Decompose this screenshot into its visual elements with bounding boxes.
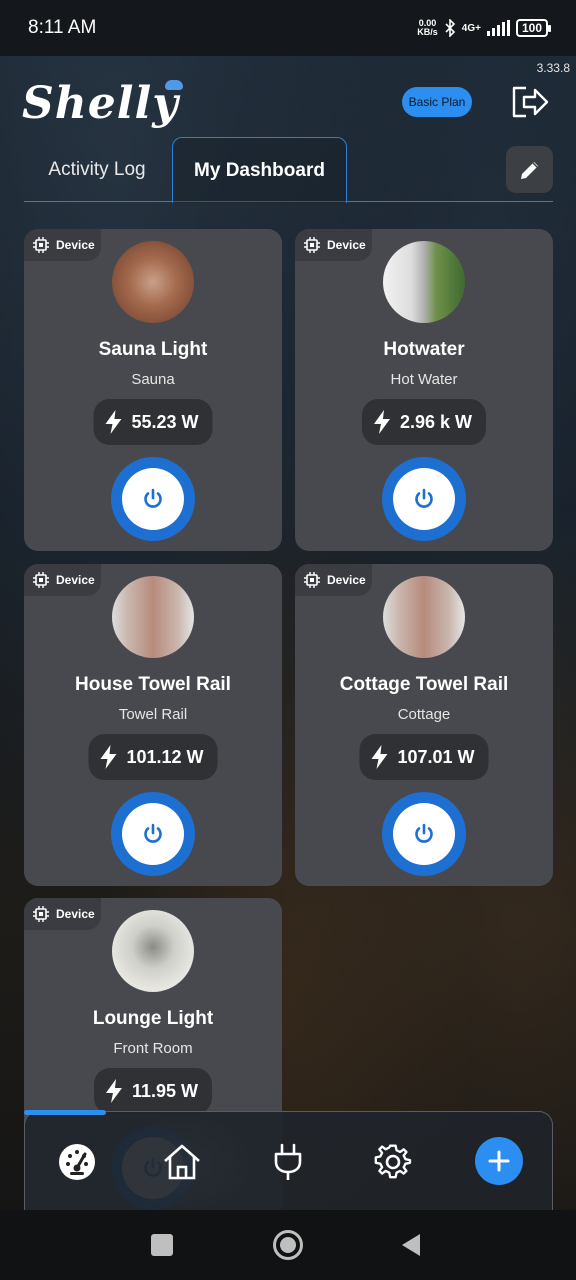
power-value: 55.23 W	[131, 411, 199, 432]
device-tag-label: Device	[327, 238, 366, 252]
power-reading: 2.96 k W	[361, 399, 487, 445]
device-room: Sauna	[131, 371, 175, 388]
nav-settings[interactable]	[371, 1140, 415, 1184]
power-button-face	[393, 803, 455, 865]
nav-home[interactable]	[160, 1140, 204, 1184]
device-name: Cottage Towel Rail	[339, 674, 509, 695]
chip-icon	[304, 237, 320, 253]
recent-apps-button[interactable]	[151, 1234, 173, 1256]
settings-gear-icon	[374, 1144, 412, 1179]
app-version: 3.33.8	[536, 61, 570, 75]
home-icon	[164, 1144, 200, 1180]
power-value: 107.01 W	[397, 746, 475, 767]
add-device-button[interactable]	[475, 1137, 523, 1185]
dashboard-gauge-icon	[59, 1144, 95, 1180]
device-card[interactable]: Device Cottage Towel Rail Cottage 107.01…	[295, 564, 553, 886]
pencil-icon	[520, 161, 538, 179]
power-toggle-button[interactable]	[111, 792, 195, 876]
device-photo	[112, 241, 194, 323]
cloud-icon	[165, 80, 183, 90]
home-dot	[280, 1237, 296, 1253]
plug-icon	[274, 1143, 302, 1180]
device-card[interactable]: Device Sauna Light Sauna 55.23 W	[24, 229, 282, 551]
device-room: Front Room	[113, 1040, 193, 1057]
device-tag: Device	[295, 564, 372, 596]
lightning-icon	[100, 745, 117, 769]
device-name: Sauna Light	[98, 339, 208, 360]
network-type: 4G+	[461, 22, 481, 34]
nav-active-indicator	[24, 1110, 106, 1115]
bluetooth-icon	[445, 19, 455, 37]
chip-icon	[33, 572, 49, 588]
device-room: Cottage	[397, 706, 451, 723]
signal-icon	[486, 20, 510, 36]
dashboard-tabs: Activity Log My Dashboard	[24, 137, 553, 203]
chip-icon	[33, 906, 49, 922]
power-button-face	[393, 468, 455, 530]
power-value: 101.12 W	[126, 746, 204, 767]
device-tag: Device	[24, 229, 101, 261]
shelly-logo: Shelly	[22, 78, 179, 129]
device-card[interactable]: Device House Towel Rail Towel Rail 101.1…	[24, 564, 282, 886]
device-photo	[112, 576, 194, 658]
device-photo	[383, 241, 465, 323]
power-reading: 101.12 W	[88, 734, 218, 780]
nav-devices[interactable]	[266, 1140, 310, 1184]
power-icon	[415, 488, 433, 508]
power-icon	[415, 823, 433, 843]
chip-icon	[33, 237, 49, 253]
back-icon[interactable]	[400, 1233, 422, 1257]
power-toggle-button[interactable]	[382, 792, 466, 876]
device-tag-label: Device	[56, 573, 95, 587]
device-tag-label: Device	[56, 238, 95, 252]
device-tag-label: Device	[56, 907, 95, 921]
lightning-icon	[105, 410, 122, 434]
chip-icon	[304, 572, 320, 588]
logout-icon	[512, 86, 549, 118]
device-name: Hotwater	[383, 339, 465, 360]
device-room: Towel Rail	[118, 706, 188, 723]
lightning-icon	[105, 1079, 122, 1103]
lightning-icon	[373, 410, 390, 434]
battery-icon: 100	[515, 19, 552, 37]
network-speed: 0.00 KB/s	[417, 18, 438, 37]
device-photo	[383, 576, 465, 658]
device-tag: Device	[295, 229, 372, 261]
status-icons: 0.00 KB/s 4G+ 100	[417, 18, 552, 37]
home-system-button[interactable]	[273, 1230, 303, 1260]
power-reading: 107.01 W	[359, 734, 489, 780]
system-navigation-bar	[0, 1210, 576, 1280]
power-value: 2.96 k W	[399, 411, 473, 432]
tab-my-dashboard[interactable]: My Dashboard	[172, 137, 347, 203]
status-time: 8:11 AM	[28, 17, 97, 38]
add-icon	[488, 1150, 510, 1172]
device-name: Lounge Light	[92, 1008, 214, 1029]
status-bar: 8:11 AM 0.00 KB/s 4G+ 100	[0, 0, 576, 56]
device-card[interactable]: Device Hotwater Hot Water 2.96 k W	[295, 229, 553, 551]
power-toggle-button[interactable]	[111, 457, 195, 541]
device-room: Hot Water	[390, 371, 458, 388]
power-button-face	[122, 468, 184, 530]
plan-badge[interactable]: Basic Plan	[402, 87, 472, 117]
device-tag: Device	[24, 564, 101, 596]
power-toggle-button[interactable]	[382, 457, 466, 541]
tab-activity-log[interactable]: Activity Log	[24, 137, 170, 202]
nav-dashboard[interactable]	[55, 1140, 99, 1184]
power-value: 11.95 W	[131, 1080, 199, 1101]
edit-dashboard-button[interactable]	[506, 146, 553, 193]
power-reading: 55.23 W	[93, 399, 213, 445]
device-photo	[112, 910, 194, 992]
device-tag-label: Device	[327, 573, 366, 587]
power-icon	[144, 823, 162, 843]
logout-button[interactable]	[510, 84, 550, 120]
power-icon	[144, 488, 162, 508]
device-name: House Towel Rail	[75, 674, 231, 695]
lightning-icon	[371, 745, 388, 769]
device-tag: Device	[24, 898, 101, 930]
power-button-face	[122, 803, 184, 865]
